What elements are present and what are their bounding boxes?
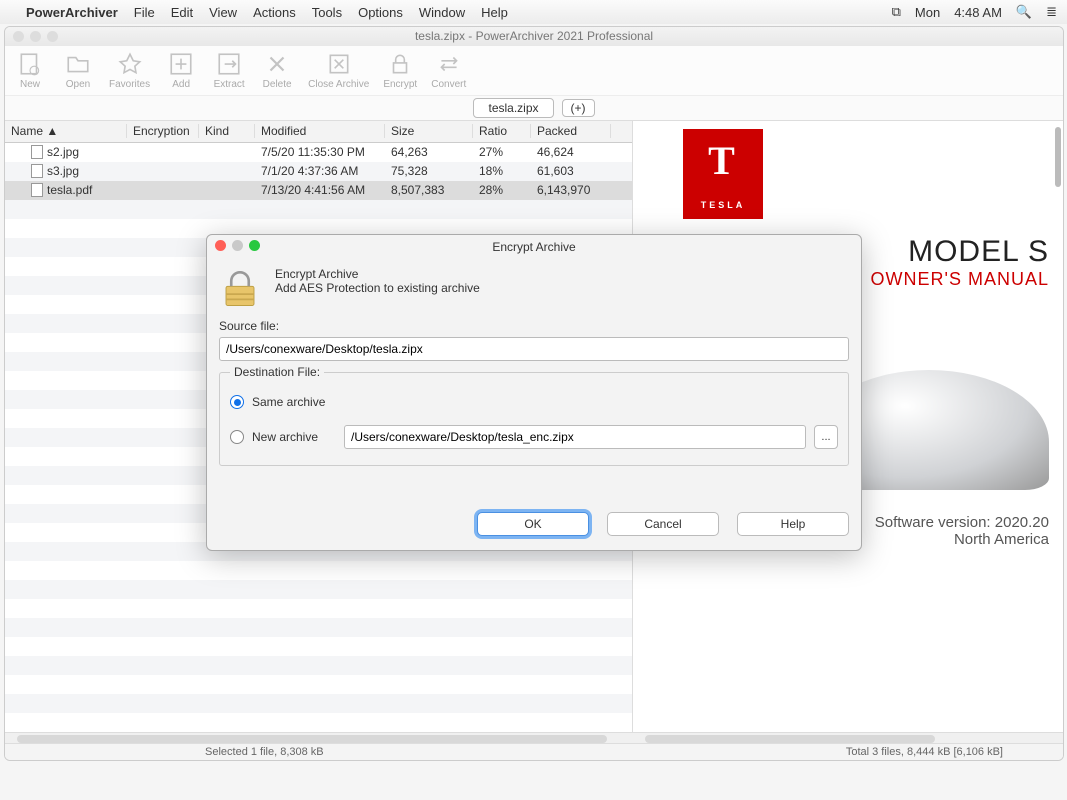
- status-total: Total 3 files, 8,444 kB [6,106 kB]: [846, 746, 1003, 758]
- col-ratio[interactable]: Ratio: [473, 124, 531, 138]
- table-row-empty: [5, 200, 632, 219]
- table-row[interactable]: tesla.pdf7/13/20 4:41:56 AM8,507,38328%6…: [5, 181, 632, 200]
- tb-encrypt[interactable]: Encrypt: [383, 51, 417, 90]
- zoom-icon[interactable]: [249, 240, 260, 251]
- menu-options[interactable]: Options: [358, 5, 403, 20]
- table-row-empty: [5, 580, 632, 599]
- menu-help[interactable]: Help: [481, 5, 508, 20]
- table-row-empty: [5, 656, 632, 675]
- radio-new[interactable]: [230, 430, 244, 444]
- tabs: tesla.zipx (+): [5, 96, 1063, 120]
- statusbar: Selected 1 file, 8,308 kB Total 3 files,…: [5, 743, 1063, 760]
- dialog-titlebar: Encrypt Archive: [207, 235, 861, 259]
- screen-share-icon[interactable]: ⧉: [892, 4, 901, 20]
- app-name[interactable]: PowerArchiver: [26, 5, 118, 20]
- table-header: Name ▲ Encryption Kind Modified Size Rat…: [5, 121, 632, 143]
- radio-same-row[interactable]: Same archive: [230, 395, 838, 409]
- help-button[interactable]: Help: [737, 512, 849, 536]
- radio-same[interactable]: [230, 395, 244, 409]
- tb-delete[interactable]: Delete: [260, 51, 294, 90]
- menu-edit[interactable]: Edit: [171, 5, 193, 20]
- toolbar: New Open Favorites Add Extract Delete Cl…: [5, 46, 1063, 97]
- titlebar: tesla.zipx - PowerArchiver 2021 Professi…: [5, 27, 1063, 46]
- col-encryption[interactable]: Encryption: [127, 124, 199, 138]
- table-row-empty: [5, 618, 632, 637]
- new-archive-input[interactable]: [344, 425, 806, 449]
- dest-legend: Destination File:: [230, 365, 324, 379]
- tab-add[interactable]: (+): [562, 99, 595, 117]
- table-row-empty: [5, 637, 632, 656]
- window-title: tesla.zipx - PowerArchiver 2021 Professi…: [415, 29, 653, 43]
- clock-time: 4:48 AM: [954, 5, 1002, 20]
- cancel-button[interactable]: Cancel: [607, 512, 719, 536]
- tb-extract[interactable]: Extract: [212, 51, 246, 90]
- menu-view[interactable]: View: [209, 5, 237, 20]
- menu-file[interactable]: File: [134, 5, 155, 20]
- table-row-empty: [5, 599, 632, 618]
- menu-window[interactable]: Window: [419, 5, 465, 20]
- spotlight-icon[interactable]: 🔍: [1016, 4, 1032, 20]
- radio-new-label: New archive: [252, 430, 336, 444]
- minimize-icon[interactable]: [232, 240, 243, 251]
- browse-button[interactable]: ...: [814, 425, 838, 449]
- tb-new[interactable]: New: [13, 51, 47, 90]
- traffic-lights[interactable]: [13, 31, 58, 42]
- source-input[interactable]: [219, 337, 849, 361]
- tb-add[interactable]: Add: [164, 51, 198, 90]
- menu-actions[interactable]: Actions: [253, 5, 296, 20]
- tesla-logo: TTESLA: [683, 129, 763, 219]
- table-row[interactable]: s2.jpg7/5/20 11:35:30 PM64,26327%46,624: [5, 143, 632, 162]
- table-row-empty: [5, 713, 632, 732]
- col-name[interactable]: Name ▲: [5, 124, 127, 138]
- lock-icon: [219, 267, 261, 309]
- table-row-empty: [5, 675, 632, 694]
- col-packed[interactable]: Packed: [531, 124, 611, 138]
- tb-open[interactable]: Open: [61, 51, 95, 90]
- close-icon[interactable]: [215, 240, 226, 251]
- list-icon[interactable]: ≣: [1046, 4, 1057, 20]
- status-selected: Selected 1 file, 8,308 kB: [205, 746, 324, 758]
- dialog-head-sub: Add AES Protection to existing archive: [275, 281, 480, 295]
- ok-button[interactable]: OK: [477, 512, 589, 536]
- tab-archive[interactable]: tesla.zipx: [473, 98, 553, 118]
- col-size[interactable]: Size: [385, 124, 473, 138]
- col-modified[interactable]: Modified: [255, 124, 385, 138]
- tb-close-archive[interactable]: Close Archive: [308, 51, 369, 90]
- clock-day: Mon: [915, 5, 940, 20]
- table-row[interactable]: s3.jpg7/1/20 4:37:36 AM75,32818%61,603: [5, 162, 632, 181]
- table-row-empty: [5, 561, 632, 580]
- dialog-head-title: Encrypt Archive: [275, 267, 480, 281]
- menubar: PowerArchiver File Edit View Actions Too…: [0, 0, 1067, 24]
- tb-favorites[interactable]: Favorites: [109, 51, 150, 90]
- dialog-title: Encrypt Archive: [492, 240, 575, 254]
- source-label: Source file:: [219, 319, 849, 333]
- radio-same-label: Same archive: [252, 395, 325, 409]
- col-kind[interactable]: Kind: [199, 124, 255, 138]
- horizontal-scroll[interactable]: [5, 732, 1063, 743]
- tb-convert[interactable]: Convert: [431, 51, 466, 90]
- table-row-empty: [5, 694, 632, 713]
- encrypt-dialog: Encrypt Archive Encrypt Archive Add AES …: [206, 234, 862, 551]
- menu-tools[interactable]: Tools: [312, 5, 342, 20]
